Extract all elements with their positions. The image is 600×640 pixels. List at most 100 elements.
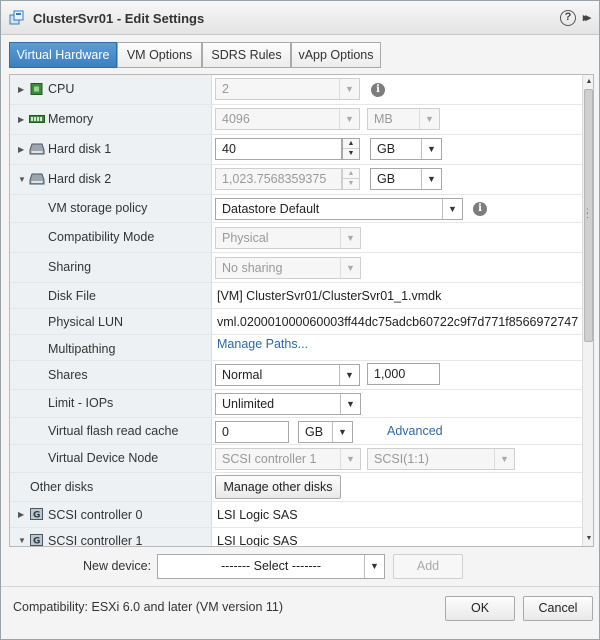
ok-button[interactable]: OK — [445, 596, 515, 621]
setting-row-shares: Shares Normal ▼ 1,000 — [10, 361, 582, 390]
setting-row-sharing: Sharing No sharing ▼ — [10, 253, 582, 283]
setting-row-flash-cache: Virtual flash read cache 0 GB ▼ Advanced — [10, 418, 582, 445]
device-node-controller-select[interactable]: SCSI controller 1 ▼ — [215, 448, 361, 470]
memory-unit-select[interactable]: MB ▼ — [367, 108, 440, 130]
new-device-select[interactable]: ------- Select ------- ▼ — [157, 554, 385, 579]
hard-disk-icon — [29, 143, 45, 155]
flash-cache-input[interactable]: 0 — [215, 421, 289, 443]
new-device-label: New device: — [83, 559, 152, 573]
scsi-controller-icon: G — [30, 508, 43, 520]
edit-settings-dialog: ClusterSvr01 - Edit Settings ? ▸▸ Virtua… — [0, 0, 600, 640]
physical-lun-label: Physical LUN — [48, 315, 124, 329]
hard-disk-2-size-input[interactable]: 1,023.7568359375 — [215, 168, 342, 190]
compatibility-mode-select[interactable]: Physical ▼ — [215, 227, 361, 249]
hard-disk-2-size-stepper[interactable]: ▲ ▼ — [342, 168, 360, 190]
device-node-slot-select[interactable]: SCSI(1:1) ▼ — [367, 448, 515, 470]
device-row-other-disks: Other disks Manage other disks — [10, 473, 582, 502]
device-row-scsi-controller-0: ▶ G SCSI controller 0 LSI Logic SAS — [10, 502, 582, 528]
expand-caret-icon[interactable]: ▶ — [18, 510, 24, 519]
chevron-down-icon: ▼ — [421, 139, 441, 159]
disk-file-value: [VM] ClusterSvr01/ClusterSvr01_1.vmdk — [217, 289, 442, 303]
chevron-down-icon: ▼ — [340, 449, 360, 469]
setting-row-multipathing: Multipathing Manage Paths... — [10, 335, 582, 361]
tab-vapp-options[interactable]: vApp Options — [291, 42, 381, 68]
hardware-panel: ▶ CPU 2 ▼ i ▶ Memory 4096 ▼ MB ▼ ▶ Hard … — [9, 74, 594, 547]
title-bar[interactable]: ClusterSvr01 - Edit Settings ? ▸▸ — [1, 1, 599, 35]
vertical-scrollbar[interactable]: ▲ ▼ — [582, 75, 593, 546]
memory-icon — [29, 115, 45, 123]
setting-row-physical-lun: Physical LUN vml.020001000060003ff44dc75… — [10, 309, 582, 335]
setting-row-disk-file: Disk File [VM] ClusterSvr01/ClusterSvr01… — [10, 283, 582, 309]
hard-disk-2-unit-select[interactable]: GB ▼ — [370, 168, 442, 190]
help-icon[interactable]: ? — [560, 10, 576, 26]
tab-sdrs-rules[interactable]: SDRS Rules — [202, 42, 291, 68]
hard-disk-1-label: Hard disk 1 — [48, 142, 112, 156]
chevron-down-icon: ▼ — [340, 228, 360, 248]
resize-grip-icon[interactable]: :: — [586, 207, 589, 221]
expand-caret-icon[interactable]: ▶ — [18, 85, 24, 94]
physical-lun-value: vml.020001000060003ff44dc75adcb60722c9f7… — [217, 315, 579, 329]
device-row-cpu: ▶ CPU 2 ▼ i — [10, 75, 582, 105]
scroll-up-icon[interactable]: ▲ — [583, 75, 593, 89]
other-disks-label: Other disks — [30, 480, 94, 494]
sharing-select[interactable]: No sharing ▼ — [215, 257, 361, 279]
limit-iops-label: Limit - IOPs — [48, 396, 114, 410]
storage-policy-select[interactable]: Datastore Default ▼ — [215, 198, 463, 220]
stepper-down-icon[interactable]: ▼ — [343, 179, 359, 189]
scsi-controller-0-type: LSI Logic SAS — [217, 508, 298, 522]
advanced-link[interactable]: Advanced — [387, 424, 443, 438]
expand-caret-icon[interactable]: ▶ — [18, 145, 24, 154]
info-icon[interactable]: i — [473, 202, 487, 216]
hard-disk-1-size-input[interactable]: 40 — [215, 138, 342, 160]
device-node-label: Virtual Device Node — [48, 451, 159, 465]
chevron-down-icon: ▼ — [340, 258, 360, 278]
manage-other-disks-button[interactable]: Manage other disks — [215, 475, 341, 499]
chevron-down-icon: ▼ — [494, 449, 514, 469]
expand-icon[interactable]: ▸▸ — [583, 11, 591, 24]
hard-disk-1-size-stepper[interactable]: ▲ ▼ — [342, 138, 360, 160]
cpu-icon — [30, 83, 43, 95]
multipathing-label: Multipathing — [48, 342, 116, 356]
collapse-caret-icon[interactable]: ▼ — [18, 175, 26, 184]
stepper-down-icon[interactable]: ▼ — [343, 149, 359, 159]
footer-divider — [1, 586, 599, 587]
shares-value-input[interactable]: 1,000 — [367, 363, 440, 385]
stepper-up-icon[interactable]: ▲ — [343, 139, 359, 149]
tab-virtual-hardware[interactable]: Virtual Hardware — [9, 42, 117, 68]
expand-caret-icon[interactable]: ▶ — [18, 115, 24, 124]
scroll-down-icon[interactable]: ▼ — [583, 532, 593, 546]
svg-text:G: G — [33, 537, 40, 547]
chevron-down-icon: ▼ — [442, 199, 462, 219]
compatibility-mode-label: Compatibility Mode — [48, 230, 155, 244]
memory-size-field[interactable]: 4096 ▼ — [215, 108, 360, 130]
hard-disk-icon — [29, 173, 45, 185]
scsi-controller-0-label: SCSI controller 0 — [48, 508, 143, 522]
collapse-caret-icon[interactable]: ▼ — [18, 536, 26, 545]
chevron-down-icon: ▼ — [339, 109, 359, 129]
chevron-down-icon: ▼ — [340, 394, 360, 414]
shares-label: Shares — [48, 368, 88, 382]
cancel-button[interactable]: Cancel — [523, 596, 593, 621]
stepper-up-icon[interactable]: ▲ — [343, 169, 359, 179]
setting-row-storage-policy: VM storage policy Datastore Default ▼ i — [10, 195, 582, 223]
info-icon[interactable]: i — [371, 83, 385, 97]
device-row-memory: ▶ Memory 4096 ▼ MB ▼ — [10, 105, 582, 135]
tab-vm-options[interactable]: VM Options — [117, 42, 202, 68]
setting-row-limit-iops: Limit - IOPs Unlimited ▼ — [10, 390, 582, 418]
scsi-controller-icon: G — [30, 534, 43, 547]
limit-iops-select[interactable]: Unlimited ▼ — [215, 393, 361, 415]
hard-disk-1-unit-select[interactable]: GB ▼ — [370, 138, 442, 160]
storage-policy-label: VM storage policy — [48, 201, 148, 215]
chevron-down-icon: ▼ — [421, 169, 441, 189]
memory-label: Memory — [48, 112, 94, 126]
manage-paths-link[interactable]: Manage Paths... — [217, 337, 308, 351]
add-device-button[interactable]: Add — [393, 554, 463, 579]
shares-level-select[interactable]: Normal ▼ — [215, 364, 360, 386]
chevron-down-icon: ▼ — [364, 555, 384, 578]
cpu-label: CPU — [48, 82, 75, 96]
sharing-label: Sharing — [48, 260, 92, 274]
setting-row-device-node: Virtual Device Node SCSI controller 1 ▼ … — [10, 445, 582, 473]
cpu-count-select[interactable]: 2 ▼ — [215, 78, 360, 100]
flash-cache-label: Virtual flash read cache — [48, 424, 179, 438]
flash-cache-unit-select[interactable]: GB ▼ — [298, 421, 353, 443]
